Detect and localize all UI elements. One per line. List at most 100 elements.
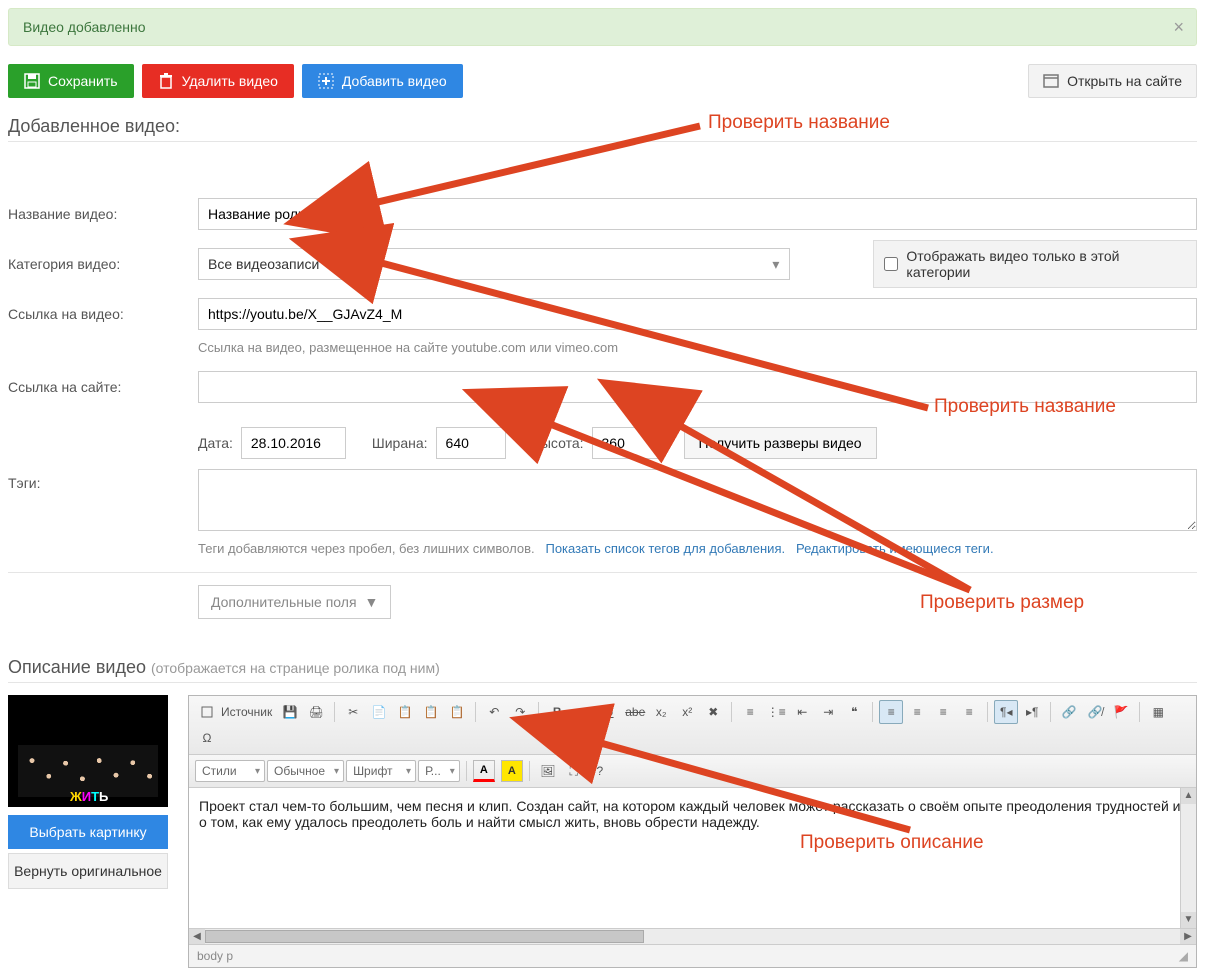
print-icon[interactable]: 🖨 xyxy=(304,700,328,724)
show-tags-link[interactable]: Показать список тегов для добавления. xyxy=(545,541,785,556)
label-sitelink: Ссылка на сайте: xyxy=(8,379,198,395)
label-height: Высота: xyxy=(532,435,584,451)
save-icon xyxy=(24,73,40,89)
outdent-icon[interactable]: ⇤ xyxy=(790,700,814,724)
subscript-icon[interactable]: x₂ xyxy=(649,700,673,724)
redo-icon[interactable]: ↷ xyxy=(508,700,532,724)
paste-icon[interactable]: 📋 xyxy=(393,700,417,724)
remove-format-icon[interactable]: ✖ xyxy=(701,700,725,724)
hr-icon[interactable]: Ω xyxy=(195,726,219,750)
section-added-video: Добавленное видео: xyxy=(8,116,1197,137)
window-icon xyxy=(1043,73,1059,89)
help-icon[interactable]: ? xyxy=(588,759,612,783)
edit-tags-link[interactable]: Редактировать имеющиеся теги. xyxy=(796,541,994,556)
scroll-right-icon[interactable]: ▶ xyxy=(1180,929,1196,944)
label-link: Ссылка на видео: xyxy=(8,306,198,322)
source-button[interactable] xyxy=(195,700,219,724)
more-fields-toggle[interactable]: Дополнительные поля ▼ xyxy=(198,585,391,619)
trash-icon xyxy=(158,73,174,89)
italic-icon[interactable]: I xyxy=(571,700,595,724)
width-input[interactable] xyxy=(436,427,506,459)
font-combo[interactable]: Шрифт xyxy=(346,760,416,782)
checkbox-icon[interactable] xyxy=(884,257,898,271)
horizontal-scrollbar[interactable]: ◀ ▶ xyxy=(189,928,1196,944)
date-input[interactable] xyxy=(241,427,346,459)
divider xyxy=(8,572,1197,573)
editor-status-bar: body p ◢ xyxy=(189,944,1196,967)
textcolor-icon[interactable]: A xyxy=(473,760,495,782)
choose-image-button[interactable]: Выбрать картинку xyxy=(8,815,168,849)
ul-icon[interactable]: ⋮≡ xyxy=(764,700,788,724)
blockquote-icon[interactable]: ❝ xyxy=(842,700,866,724)
editor-toolbar-row-2: Стили Обычное Шрифт Р... A A 🖼 ⛶ ? xyxy=(189,755,1196,788)
unlink-icon[interactable]: 🔗̸ xyxy=(1083,700,1107,724)
anchor-icon[interactable]: 🚩 xyxy=(1109,700,1133,724)
source-label[interactable]: Источник xyxy=(221,705,272,719)
editor-toolbar-row-1: Источник 💾 🖨 ✂ 📄 📋 📋 📋 ↶ ↷ B I U abe x₂ … xyxy=(189,696,1196,755)
title-input[interactable] xyxy=(198,198,1197,230)
label-tags: Тэги: xyxy=(8,469,198,491)
image-icon[interactable]: 🖼 xyxy=(536,759,560,783)
chevron-down-icon: ▼ xyxy=(365,594,379,610)
rtl-icon[interactable]: ▸¶ xyxy=(1020,700,1044,724)
save-icon[interactable]: 💾 xyxy=(278,700,302,724)
label-width: Ширана: xyxy=(372,435,428,451)
video-thumbnail: ЖИТЬ xyxy=(8,695,168,807)
restore-image-button[interactable]: Вернуть оригинальное xyxy=(8,853,168,889)
cut-icon[interactable]: ✂ xyxy=(341,700,365,724)
delete-button[interactable]: Удалить видео xyxy=(142,64,294,98)
align-left-icon[interactable]: ≡ xyxy=(879,700,903,724)
align-justify-icon[interactable]: ≡ xyxy=(957,700,981,724)
close-icon[interactable]: × xyxy=(1173,17,1184,38)
size-combo[interactable]: Р... xyxy=(418,760,460,782)
strike-icon[interactable]: abe xyxy=(623,700,647,724)
scroll-left-icon[interactable]: ◀ xyxy=(189,929,205,944)
height-input[interactable] xyxy=(592,427,662,459)
rich-text-editor: Источник 💾 🖨 ✂ 📄 📋 📋 📋 ↶ ↷ B I U abe x₂ … xyxy=(188,695,1197,968)
styles-combo[interactable]: Стили xyxy=(195,760,265,782)
maximize-icon[interactable]: ⛶ xyxy=(562,759,586,783)
underline-icon[interactable]: U xyxy=(597,700,621,724)
site-link-input[interactable] xyxy=(198,371,1197,403)
label-title: Название видео: xyxy=(8,206,198,222)
indent-icon[interactable]: ⇥ xyxy=(816,700,840,724)
alert-text: Видео добавленно xyxy=(23,19,146,35)
ltr-icon[interactable]: ¶◂ xyxy=(994,700,1018,724)
paste-word-icon[interactable]: 📋 xyxy=(445,700,469,724)
save-button[interactable]: Сохранить xyxy=(8,64,134,98)
action-toolbar: Сохранить Удалить видео Добавить видео О… xyxy=(8,64,1197,98)
bgcolor-icon[interactable]: A xyxy=(501,760,523,782)
table-icon[interactable]: ▦ xyxy=(1146,700,1170,724)
label-date: Дата: xyxy=(198,435,233,451)
scroll-up-icon[interactable]: ▲ xyxy=(1181,788,1196,804)
category-select[interactable]: Все видеозаписи xyxy=(198,248,790,280)
link-help: Ссылка на видео, размещенное на сайте yo… xyxy=(198,340,1197,355)
video-link-input[interactable] xyxy=(198,298,1197,330)
get-size-button[interactable]: Получить разверы видео xyxy=(684,427,877,459)
divider xyxy=(8,682,1197,683)
undo-icon[interactable]: ↶ xyxy=(482,700,506,724)
editor-body[interactable]: Проект стал чем-то большим, чем песня и … xyxy=(189,788,1196,928)
paste-text-icon[interactable]: 📋 xyxy=(419,700,443,724)
scroll-down-icon[interactable]: ▼ xyxy=(1181,912,1196,928)
link-icon[interactable]: 🔗 xyxy=(1057,700,1081,724)
align-center-icon[interactable]: ≡ xyxy=(905,700,929,724)
label-category: Категория видео: xyxy=(8,256,198,272)
add-button[interactable]: Добавить видео xyxy=(302,64,463,98)
ol-icon[interactable]: ≡ xyxy=(738,700,762,724)
tags-help: Теги добавляются через пробел, без лишни… xyxy=(198,541,1197,556)
divider xyxy=(8,141,1197,142)
align-right-icon[interactable]: ≡ xyxy=(931,700,955,724)
plus-dashed-icon xyxy=(318,73,334,89)
resize-handle-icon[interactable]: ◢ xyxy=(1179,949,1188,963)
superscript-icon[interactable]: x² xyxy=(675,700,699,724)
success-alert: Видео добавленно × xyxy=(8,8,1197,46)
bold-icon[interactable]: B xyxy=(545,700,569,724)
tags-input[interactable] xyxy=(198,469,1197,531)
format-combo[interactable]: Обычное xyxy=(267,760,344,782)
copy-icon[interactable]: 📄 xyxy=(367,700,391,724)
category-only-checkbox[interactable]: Отображать видео только в этой категории xyxy=(873,240,1197,288)
open-on-site-button[interactable]: Открыть на сайте xyxy=(1028,64,1197,98)
thumbnail-logo: ЖИТЬ xyxy=(70,789,108,804)
vertical-scrollbar[interactable]: ▲ ▼ xyxy=(1180,788,1196,928)
